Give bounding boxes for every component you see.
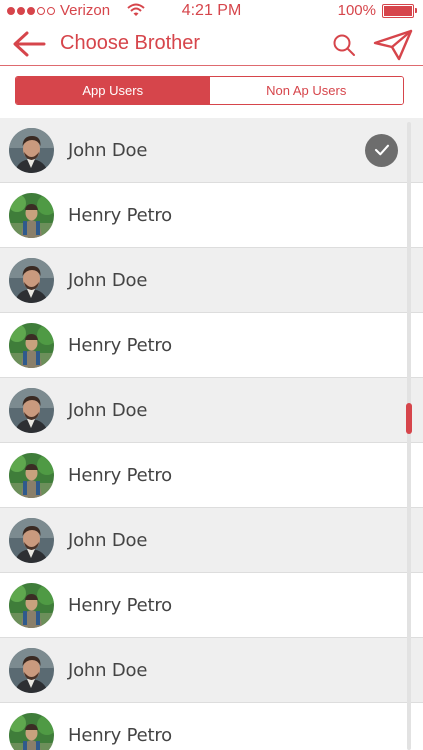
search-icon[interactable] — [332, 33, 356, 57]
list-item[interactable]: Henry Petro — [0, 573, 423, 638]
list-item[interactable]: John Doe — [0, 248, 423, 313]
avatar — [9, 647, 54, 693]
avatar — [9, 387, 54, 433]
user-type-tabs: App Users Non Ap Users — [15, 76, 404, 105]
contact-name: Henry Petro — [68, 724, 172, 746]
list-item[interactable]: Henry Petro — [0, 703, 423, 750]
list-item[interactable]: Henry Petro — [0, 313, 423, 378]
avatar — [9, 322, 54, 368]
list-item[interactable]: Henry Petro — [0, 183, 423, 248]
navigation-bar: Choose Brother — [0, 22, 423, 66]
contact-name: John Doe — [68, 269, 148, 291]
checkmark-icon[interactable] — [365, 133, 398, 167]
paper-plane-icon[interactable] — [373, 29, 413, 61]
contact-name: Henry Petro — [68, 204, 172, 226]
list-item[interactable]: John Doe — [0, 118, 423, 183]
contact-name: Henry Petro — [68, 594, 172, 616]
contact-name: Henry Petro — [68, 334, 172, 356]
battery-percentage: 100% — [337, 2, 376, 19]
contact-name: John Doe — [68, 659, 148, 681]
battery-icon — [382, 4, 417, 18]
tab-app-users[interactable]: App Users — [16, 77, 210, 104]
page-title: Choose Brother — [60, 32, 201, 54]
avatar — [9, 192, 54, 238]
avatar — [9, 257, 54, 303]
contact-name: Henry Petro — [68, 464, 172, 486]
contact-list: John Doe Henry Petro John Doe Henry Petro Jo… — [0, 118, 423, 750]
scrollbar-track — [407, 122, 411, 750]
list-item[interactable]: John Doe — [0, 508, 423, 573]
avatar — [9, 452, 54, 498]
avatar — [9, 517, 54, 563]
contact-name: John Doe — [68, 399, 148, 421]
nav-divider — [0, 65, 423, 66]
contact-name: John Doe — [68, 139, 148, 161]
contact-name: John Doe — [68, 529, 148, 551]
list-item[interactable]: Henry Petro — [0, 443, 423, 508]
avatar — [9, 582, 54, 628]
back-arrow-icon[interactable] — [12, 30, 46, 58]
scrollbar-thumb[interactable] — [406, 403, 412, 434]
avatar — [9, 127, 54, 173]
tab-non-app-users[interactable]: Non Ap Users — [209, 77, 403, 104]
avatar — [9, 712, 54, 750]
status-bar: Verizon 4:21 PM 100% — [0, 0, 423, 22]
list-item[interactable]: John Doe — [0, 638, 423, 703]
list-item[interactable]: John Doe — [0, 378, 423, 443]
